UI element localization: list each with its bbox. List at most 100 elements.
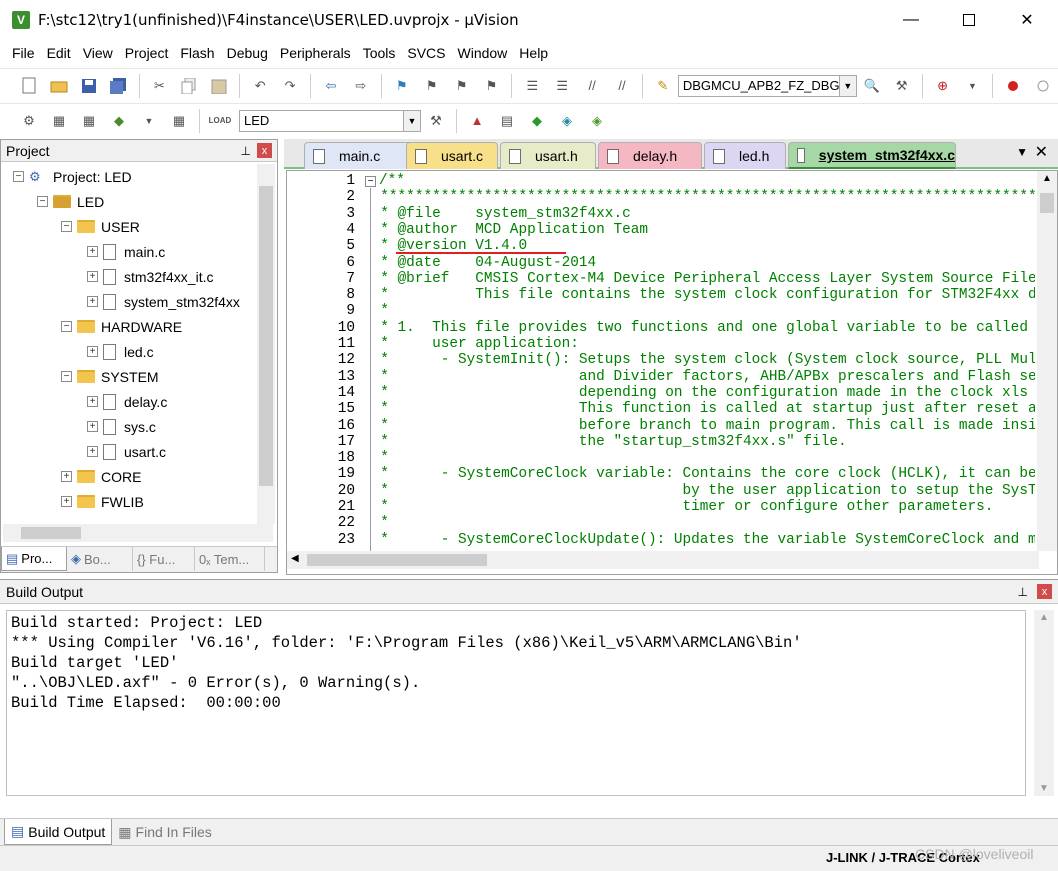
collapse-icon[interactable]: − (37, 196, 48, 207)
tree-item[interactable]: + system_stm32f4xx (87, 289, 240, 314)
close-tab-icon[interactable]: ✕ (1035, 142, 1048, 162)
tree-item[interactable]: − SYSTEM (61, 364, 159, 389)
editor-tab[interactable]: usart.c (406, 142, 498, 169)
collapse-icon[interactable]: − (61, 321, 72, 332)
pin-icon[interactable]: ⊥ (1018, 585, 1028, 599)
editor-vscrollbar[interactable]: ▲ (1037, 171, 1057, 551)
expand-icon[interactable]: + (87, 246, 98, 257)
tab-build-output[interactable]: ▤ Build Output (4, 819, 113, 845)
indent-icon[interactable]: ☰ (521, 75, 543, 97)
copy-icon[interactable] (178, 75, 200, 97)
menu-view[interactable]: View (77, 45, 119, 61)
maximize-button[interactable] (940, 0, 998, 40)
software-packs-icon[interactable]: ◈ (586, 110, 608, 132)
undo-icon[interactable]: ↶ (249, 75, 271, 97)
project-tree-hscrollbar[interactable] (3, 524, 273, 542)
menu-project[interactable]: Project (119, 45, 175, 61)
cut-icon[interactable]: ✂ (149, 75, 171, 97)
tab-templates[interactable]: 0ₓ Tem... (195, 547, 265, 571)
build-output-text[interactable]: Build started: Project: LED *** Using Co… (6, 610, 1026, 796)
tab-books[interactable]: ◈ Bo... (67, 547, 133, 571)
expand-icon[interactable]: + (87, 296, 98, 307)
menu-edit[interactable]: Edit (41, 45, 77, 61)
chevron-down-icon[interactable]: ▼ (838, 75, 856, 96)
expand-icon[interactable]: + (61, 496, 72, 507)
editor-tab[interactable]: system_stm32f4xx.c (788, 142, 956, 169)
tree-item[interactable]: + stm32f4xx_it.c (87, 264, 213, 289)
unindent-icon[interactable]: ☰ (551, 75, 573, 97)
scroll-up-icon[interactable]: ▲ (1039, 612, 1049, 623)
batch-dropdown-icon[interactable]: ▼ (138, 110, 160, 132)
tree-item[interactable]: + usart.c (87, 439, 166, 464)
collapse-icon[interactable]: − (61, 371, 72, 382)
disable-breakpoint-icon[interactable] (1032, 75, 1054, 97)
expand-icon[interactable]: + (87, 396, 98, 407)
chevron-down-icon[interactable]: ▼ (403, 110, 420, 131)
close-icon[interactable]: x (1037, 584, 1052, 599)
collapse-icon[interactable]: − (13, 171, 24, 182)
tab-find-in-files[interactable]: ▦ Find In Files (112, 819, 217, 845)
menu-window[interactable]: Window (452, 45, 514, 61)
code-text-area[interactable]: /** ************************************… (363, 171, 1035, 551)
rebuild-icon[interactable]: ▦ (78, 110, 100, 132)
menu-flash[interactable]: Flash (174, 45, 220, 61)
next-bookmark-icon[interactable]: ⚑ (451, 75, 473, 97)
code-editor[interactable]: 1 2 3 4 5 6 7 8 9 10 11 12 13 14 15 16 17 18 19 20 21 22 23 − … (286, 170, 1058, 575)
translate-icon[interactable]: ⚙ (18, 110, 40, 132)
tree-item[interactable]: − ⚙ Project: LED (13, 164, 132, 189)
tree-item[interactable]: + led.c (87, 339, 154, 364)
clear-bookmarks-icon[interactable]: ⚑ (480, 75, 502, 97)
menu-file[interactable]: File (6, 45, 41, 61)
editor-hscrollbar[interactable]: ◀ (287, 551, 1039, 569)
menu-help[interactable]: Help (513, 45, 554, 61)
open-folder-icon[interactable] (48, 75, 70, 97)
menu-peripherals[interactable]: Peripherals (274, 45, 357, 61)
tree-item[interactable]: + sys.c (87, 414, 156, 439)
menu-tools[interactable]: Tools (357, 45, 402, 61)
expand-icon[interactable]: + (87, 421, 98, 432)
paste-icon[interactable] (208, 75, 230, 97)
menu-debug[interactable]: Debug (221, 45, 274, 61)
manage-project-items-icon[interactable]: ▲ (466, 110, 488, 132)
expand-icon[interactable]: + (61, 471, 72, 482)
tree-item[interactable]: − LED (37, 189, 104, 214)
find-icon[interactable]: 🔍 (861, 75, 883, 97)
tree-item[interactable]: − HARDWARE (61, 314, 182, 339)
batch-build-icon[interactable]: ◆ (108, 110, 130, 132)
save-all-icon[interactable] (108, 75, 130, 97)
new-file-icon[interactable] (18, 75, 40, 97)
tree-item[interactable]: + CORE (61, 464, 141, 489)
tree-item[interactable]: + FWLIB (61, 489, 144, 514)
comment-icon[interactable]: // (581, 75, 603, 97)
expand-icon[interactable]: + (87, 271, 98, 282)
minimize-button[interactable]: — (882, 0, 940, 40)
scroll-left-icon[interactable]: ◀ (291, 553, 299, 564)
close-icon[interactable]: x (257, 143, 272, 158)
target-select[interactable]: LED ▼ (239, 109, 421, 132)
pack-installer-icon[interactable]: ◈ (556, 110, 578, 132)
tree-item[interactable]: + main.c (87, 239, 165, 264)
select-packs-icon[interactable]: ▤ (496, 110, 518, 132)
editor-tab[interactable]: usart.h (500, 142, 596, 169)
tree-item[interactable]: + delay.c (87, 389, 167, 414)
uncomment-icon[interactable]: // (611, 75, 633, 97)
scroll-up-icon[interactable]: ▲ (1042, 173, 1052, 184)
tab-project[interactable]: ▤ Pro... (1, 547, 67, 571)
build-icon[interactable]: ▦ (48, 110, 70, 132)
scroll-down-icon[interactable]: ▼ (1039, 783, 1049, 794)
editor-tab[interactable]: delay.h (598, 142, 702, 169)
tab-functions[interactable]: {} Fu... (133, 547, 195, 571)
expand-icon[interactable]: + (87, 446, 98, 457)
editor-tab[interactable]: led.h (704, 142, 786, 169)
prev-bookmark-icon[interactable]: ⚑ (421, 75, 443, 97)
build-output-scrollbar[interactable]: ▲ ▼ (1034, 610, 1054, 796)
tab-list-dropdown-icon[interactable]: ▼ (1016, 145, 1028, 159)
redo-icon[interactable]: ↷ (279, 75, 301, 97)
bookmark-icon[interactable]: ⚑ (391, 75, 413, 97)
download-load-icon[interactable]: LOAD (209, 110, 232, 132)
editor-tab[interactable]: main.c (304, 142, 422, 169)
debug-session-icon[interactable]: ⊕ (932, 75, 954, 97)
close-window-button[interactable]: ✕ (998, 0, 1056, 40)
incremental-find-icon[interactable]: ⚒ (891, 75, 913, 97)
find-in-files-icon[interactable]: ✎ (652, 75, 674, 97)
